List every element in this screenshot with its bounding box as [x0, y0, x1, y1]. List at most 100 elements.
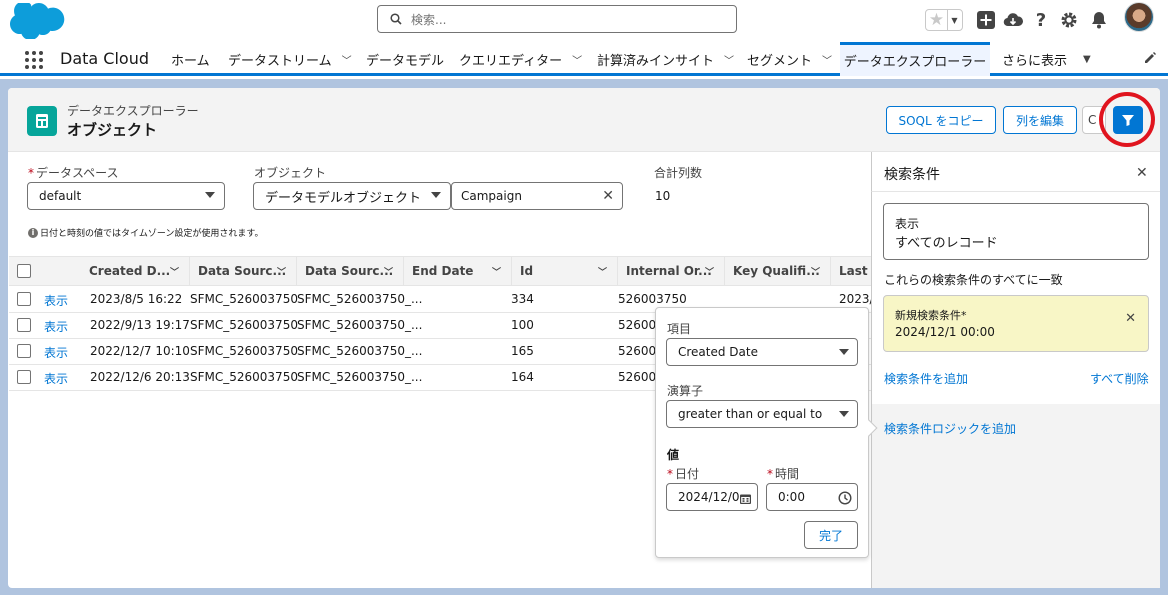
trailhead-cloud-icon[interactable] — [1002, 8, 1024, 32]
favorites-dropdown-icon[interactable]: ▼ — [946, 10, 962, 30]
condition-title: 新規検索条件* — [895, 309, 967, 322]
column-header-last-modified[interactable]: Last M — [831, 257, 871, 285]
dataspace-value: default — [39, 189, 82, 203]
caret-down-icon[interactable]: ▼ — [1083, 54, 1091, 65]
cell-id: 164 — [511, 370, 534, 384]
app-launcher-icon[interactable] — [25, 51, 43, 69]
nav-tab-home[interactable]: ホーム — [171, 42, 210, 76]
column-header-created-date[interactable]: Created D... ﹀ — [81, 257, 190, 285]
chevron-down-icon[interactable]: ﹀ — [822, 52, 832, 67]
date-label: * 日付 — [667, 467, 700, 481]
object-type-value: データモデルオブジェクト — [265, 190, 422, 206]
view-link[interactable]: 表示 — [44, 344, 68, 361]
view-link[interactable]: 表示 — [44, 292, 68, 309]
close-icon[interactable]: ✕ — [1136, 165, 1148, 181]
chevron-down-icon: ﹀ — [276, 268, 286, 278]
row-checkbox[interactable] — [17, 370, 31, 384]
column-header-id[interactable]: Id ﹀ — [512, 257, 618, 285]
object-type-select[interactable]: データモデルオブジェクト — [253, 182, 451, 210]
row-checkbox[interactable] — [17, 344, 31, 358]
time-input[interactable]: 0:00 — [766, 483, 858, 511]
user-avatar[interactable] — [1124, 2, 1154, 32]
nav-tab-label: セグメント — [747, 53, 813, 69]
cell-created-date: 2022/12/6 20:13 — [90, 370, 190, 384]
info-icon: i — [28, 227, 38, 238]
date-input[interactable]: 2024/12/0 — [666, 483, 758, 511]
add-filter-link[interactable]: 検索条件を追加 — [884, 370, 968, 387]
show-value: すべてのレコード — [895, 236, 998, 251]
nav-tab-data-streams[interactable]: データストリーム ﹀ — [228, 42, 352, 76]
app-navigation-bar: Data Cloud ホーム データストリーム ﹀ データモデル クエリエディタ… — [0, 42, 1168, 76]
done-button[interactable]: 完了 — [804, 521, 858, 549]
row-checkbox[interactable] — [17, 318, 31, 332]
field-select[interactable]: Created Date — [666, 338, 858, 366]
search-icon — [390, 13, 402, 25]
total-columns-value: 10 — [655, 189, 671, 203]
page-eyebrow: データエクスプローラー — [67, 104, 199, 118]
column-header-data-source-2[interactable]: Data Sourc... ﹀ — [297, 257, 404, 285]
global-actions-icon[interactable] — [976, 8, 996, 32]
nav-tab-data-explorer[interactable]: データエクスプローラー — [840, 42, 990, 76]
nav-tab-label: データモデル — [366, 53, 445, 69]
remove-all-link[interactable]: すべて削除 — [1090, 370, 1149, 387]
time-label: * 時間 — [767, 467, 800, 481]
global-search-input[interactable]: 検索... — [377, 5, 737, 33]
timezone-note-text: 日付と時刻の値ではタイムゾーン設定が使用されます。 — [40, 229, 264, 239]
cell-data-source-2: SFMC_526003750_... — [297, 318, 423, 332]
condition-value: 2024/12/1 00:00 — [895, 325, 995, 339]
cell-data-source-1: SFMC_526003750 — [190, 344, 298, 358]
table-header: Created D... ﹀ Data Sourc... ﹀ Data Sourc.… — [9, 256, 871, 286]
select-all-checkbox[interactable] — [17, 264, 31, 278]
clock-icon[interactable] — [838, 491, 852, 505]
cell-internal-org: 526003750 — [618, 292, 687, 306]
gear-icon[interactable] — [1059, 8, 1079, 32]
operator-select[interactable]: greater than or equal to — [666, 400, 858, 428]
nav-tab-query-editor[interactable]: クエリエディター ﹀ — [459, 42, 582, 76]
notifications-bell-icon[interactable] — [1089, 8, 1109, 32]
search-placeholder: 検索... — [411, 12, 447, 27]
object-name-combobox[interactable]: Campaign ✕ — [451, 182, 623, 210]
chevron-down-icon: ﹀ — [169, 268, 179, 278]
show-label: 表示 — [895, 217, 920, 231]
dataspace-select[interactable]: default — [27, 182, 225, 210]
salesforce-logo-icon[interactable] — [10, 3, 66, 39]
nav-tab-data-model[interactable]: データモデル — [366, 42, 444, 76]
dropdown-arrow-icon — [431, 192, 441, 198]
match-all-text: これらの検索条件のすべてに一致 — [884, 273, 1063, 287]
calendar-icon[interactable] — [740, 493, 751, 504]
chevron-down-icon: ﹀ — [597, 268, 607, 278]
operator-label: 演算子 — [667, 384, 704, 398]
filter-condition-card[interactable]: 新規検索条件* 2024/12/1 00:00 ✕ — [883, 295, 1149, 352]
nav-tab-label: さらに表示 — [1002, 53, 1068, 69]
nav-tab-label: 計算済みインサイト — [597, 53, 715, 69]
cell-data-source-2: SFMC_526003750_... — [297, 292, 423, 306]
show-records-filter[interactable]: 表示 すべてのレコード — [883, 203, 1149, 260]
help-icon[interactable]: ? — [1032, 8, 1050, 32]
chevron-down-icon[interactable]: ﹀ — [572, 52, 582, 67]
object-name-value: Campaign — [461, 189, 522, 203]
edit-columns-button[interactable]: 列を編集 — [1003, 106, 1077, 134]
nav-tab-label: クエリエディター — [459, 53, 563, 69]
copy-soql-button[interactable]: SOQL をコピー — [886, 106, 996, 134]
view-link[interactable]: 表示 — [44, 370, 68, 387]
column-header-internal-org[interactable]: Internal Or... ﹀ — [618, 257, 725, 285]
nav-tab-segments[interactable]: セグメント ﹀ — [747, 42, 832, 76]
date-value: 2024/12/0 — [678, 490, 740, 504]
add-filter-logic-link[interactable]: 検索条件ロジックを追加 — [884, 420, 1016, 437]
nav-tab-more[interactable]: さらに表示 ▼ — [1002, 42, 1091, 76]
remove-condition-icon[interactable]: ✕ — [1125, 311, 1136, 326]
clear-icon[interactable]: ✕ — [602, 188, 614, 204]
total-columns-label: 合計列数 — [654, 166, 703, 180]
nav-tab-calculated-insights[interactable]: 計算済みインサイト ﹀ — [597, 42, 734, 76]
chevron-down-icon[interactable]: ﹀ — [724, 52, 734, 67]
highlight-annotation-circle — [1099, 92, 1155, 147]
favorites-button[interactable]: ★ ▼ — [925, 9, 963, 31]
edit-nav-pencil-icon[interactable] — [1143, 51, 1157, 65]
column-header-key-qualifier[interactable]: Key Qualifi... ﹀ — [725, 257, 831, 285]
row-checkbox[interactable] — [17, 292, 31, 306]
view-link[interactable]: 表示 — [44, 318, 68, 335]
column-header-data-source-1[interactable]: Data Sourc... ﹀ — [190, 257, 297, 285]
chevron-down-icon[interactable]: ﹀ — [342, 52, 352, 67]
nav-tab-label: データストリーム — [228, 53, 332, 69]
column-header-end-date[interactable]: End Date ﹀ — [404, 257, 512, 285]
